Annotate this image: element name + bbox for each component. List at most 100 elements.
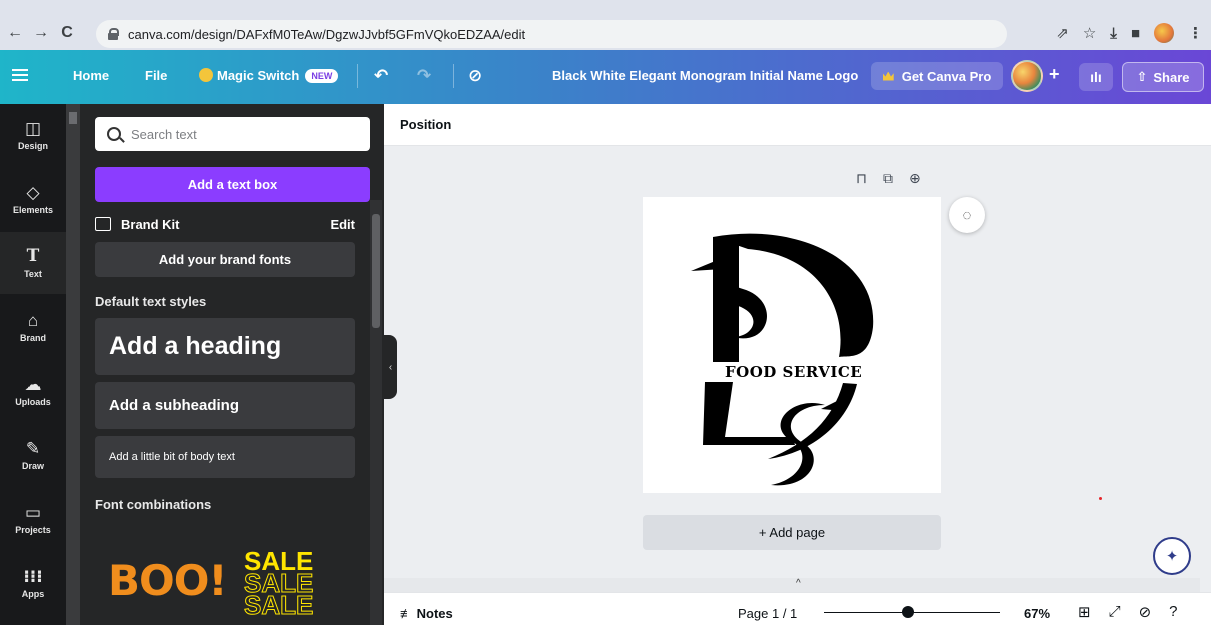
get-canva-pro-button[interactable]: Get Canva Pro xyxy=(871,62,1003,90)
notes-icon: ≢ xyxy=(400,606,417,621)
undo-icon[interactable]: ↶ xyxy=(374,66,388,86)
redo-icon[interactable]: ↷ xyxy=(417,66,431,86)
lock-page-icon[interactable]: ⊓ xyxy=(856,170,867,187)
rail-scrollbar[interactable] xyxy=(66,104,80,625)
rail-item-text[interactable]: T Text xyxy=(0,232,66,294)
crown-icon xyxy=(882,71,894,81)
position-button[interactable]: Position xyxy=(400,117,451,132)
context-toolbar xyxy=(384,104,1211,146)
add-brand-fonts-button[interactable]: Add your brand fonts xyxy=(95,242,355,277)
monogram-logo xyxy=(691,233,874,486)
sidepanel-icon[interactable]: ■ xyxy=(1131,25,1140,42)
rail-item-elements[interactable]: ◇ Elements xyxy=(0,168,66,230)
insights-button[interactable]: ılı xyxy=(1079,63,1113,91)
font-combinations-label: Font combinations xyxy=(95,497,212,512)
share-label: Share xyxy=(1153,69,1190,85)
magic-switch-label: Magic Switch xyxy=(217,68,300,83)
rail-item-label: Elements xyxy=(12,204,54,215)
download-icon[interactable]: ⤓ xyxy=(1110,25,1117,42)
duplicate-page-icon[interactable]: ⧉ xyxy=(883,170,893,187)
page-indicator[interactable]: Page 1 / 1 xyxy=(738,606,797,621)
font-combo-sale-outline[interactable]: SALE xyxy=(243,592,313,619)
search-input[interactable]: Search text xyxy=(95,117,370,151)
add-comment-button[interactable]: ◌ xyxy=(949,197,985,233)
check-circle-icon[interactable]: ⊘ xyxy=(1139,603,1152,621)
add-collaborator-icon[interactable]: + xyxy=(1049,64,1060,85)
divider xyxy=(357,64,358,88)
shapes-icon: ◇ xyxy=(26,182,40,202)
rail-item-label: Apps xyxy=(21,588,45,599)
rail-item-label: Design xyxy=(17,140,48,151)
brand-kit-row: Brand Kit Edit xyxy=(95,213,355,235)
zoom-percentage[interactable]: 67% xyxy=(1024,606,1050,621)
add-body-text-button[interactable]: Add a little bit of body text xyxy=(95,436,355,478)
reload-icon[interactable]: C xyxy=(56,22,78,44)
add-text-box-button[interactable]: Add a text box xyxy=(95,167,370,202)
forward-arrow-icon[interactable]: → xyxy=(30,22,52,44)
magic-assistant-button[interactable]: ✦ xyxy=(1153,537,1191,575)
rail-item-label: Uploads xyxy=(15,396,51,407)
editor-vertical-scrollbar[interactable] xyxy=(1200,146,1211,578)
rail-item-draw[interactable]: ✎ Draw xyxy=(0,424,66,486)
search-icon xyxy=(107,127,121,141)
fullscreen-icon[interactable]: ⤢ xyxy=(1109,603,1121,621)
sparkle-icon: ✦ xyxy=(1165,548,1179,565)
get-pro-label: Get Canva Pro xyxy=(901,68,992,84)
add-page-button[interactable]: + Add page xyxy=(643,515,941,550)
share-button[interactable]: ⇧ Share xyxy=(1122,62,1204,92)
add-subheading-button[interactable]: Add a subheading xyxy=(95,382,355,429)
editor-footer: ≢ Notes Page 1 / 1 67% ⊞ ⤢ ⊘ ? xyxy=(384,592,1211,625)
document-title[interactable]: Black White Elegant Monogram Initial Nam… xyxy=(552,68,858,83)
editor-horizontal-scrollbar[interactable]: ^ xyxy=(384,578,1200,592)
grid-view-icon[interactable]: ⊞ xyxy=(1078,603,1091,621)
rail-item-design[interactable]: ◫ Design xyxy=(0,104,66,166)
back-arrow-icon[interactable]: ← xyxy=(4,22,26,44)
collapse-panel-handle[interactable]: ‹ xyxy=(384,335,397,399)
address-bar[interactable]: canva.com/design/DAFxfM0TeAw/DgzwJJvbf5G… xyxy=(96,20,1007,48)
rail-item-label: Brand xyxy=(19,332,46,343)
divider xyxy=(453,64,454,88)
user-avatar[interactable] xyxy=(1011,60,1043,92)
brand-kit-edit-link[interactable]: Edit xyxy=(330,217,355,232)
zoom-slider-thumb[interactable] xyxy=(902,606,914,618)
rail-item-uploads[interactable]: ☁ Uploads xyxy=(0,360,66,422)
brand-icon: ⌂ xyxy=(27,310,39,330)
brand-kit-label: Brand Kit xyxy=(121,216,180,232)
magic-switch-button[interactable]: Magic Switch NEW xyxy=(199,68,339,83)
hamburger-menu-icon[interactable] xyxy=(12,66,28,86)
notes-label: Notes xyxy=(416,606,453,621)
rail-item-apps[interactable]: ⁝⁝⁝ Apps xyxy=(0,552,66,614)
rail-item-projects[interactable]: ▭ Projects xyxy=(0,488,66,550)
page-tools: ⊓ ⧉ ⊕ xyxy=(856,170,921,187)
home-link[interactable]: Home xyxy=(73,68,109,83)
chevron-up-icon[interactable]: ^ xyxy=(796,578,801,589)
add-heading-button[interactable]: Add a heading xyxy=(95,318,355,375)
scrollbar-thumb[interactable] xyxy=(69,112,77,124)
search-placeholder: Search text xyxy=(131,126,197,142)
address-row: ← → C canva.com/design/DAFxfM0TeAw/DgzwJ… xyxy=(0,18,1211,48)
share-page-icon[interactable]: ⇗ xyxy=(1056,24,1069,42)
font-combo-boo[interactable]: BOO! xyxy=(108,556,228,605)
rail-item-brand[interactable]: ⌂ Brand xyxy=(0,296,66,358)
design-canvas[interactable]: FOOD SERVICE xyxy=(643,197,941,493)
panel-scrollbar[interactable] xyxy=(370,200,382,625)
file-menu[interactable]: File xyxy=(145,68,167,83)
cursor-dot xyxy=(1099,497,1102,500)
layout-icon: ◫ xyxy=(24,118,42,138)
new-badge: NEW xyxy=(305,69,339,83)
bookmark-star-icon[interactable]: ☆ xyxy=(1083,24,1096,42)
folder-icon: ▭ xyxy=(24,502,42,522)
logo-l xyxy=(703,382,795,445)
lock-icon xyxy=(108,28,119,40)
scrollbar-thumb[interactable] xyxy=(372,214,380,328)
chevron-left-icon: ‹ xyxy=(388,361,393,373)
grid-dots-icon: ⁝⁝⁝ xyxy=(23,566,43,586)
more-vertical-icon[interactable]: ⋮ xyxy=(1188,24,1203,42)
comment-plus-icon: ◌ xyxy=(962,206,972,224)
add-page-icon[interactable]: ⊕ xyxy=(909,170,921,187)
canva-topbar: Home File Magic Switch NEW ↶ ↷ ⊘ Black Wh… xyxy=(0,50,1211,104)
notes-button[interactable]: ≢ Notes xyxy=(400,606,453,621)
profile-avatar[interactable] xyxy=(1154,23,1174,43)
cloud-saved-icon[interactable]: ⊘ xyxy=(468,66,482,86)
help-icon[interactable]: ? xyxy=(1169,603,1177,621)
